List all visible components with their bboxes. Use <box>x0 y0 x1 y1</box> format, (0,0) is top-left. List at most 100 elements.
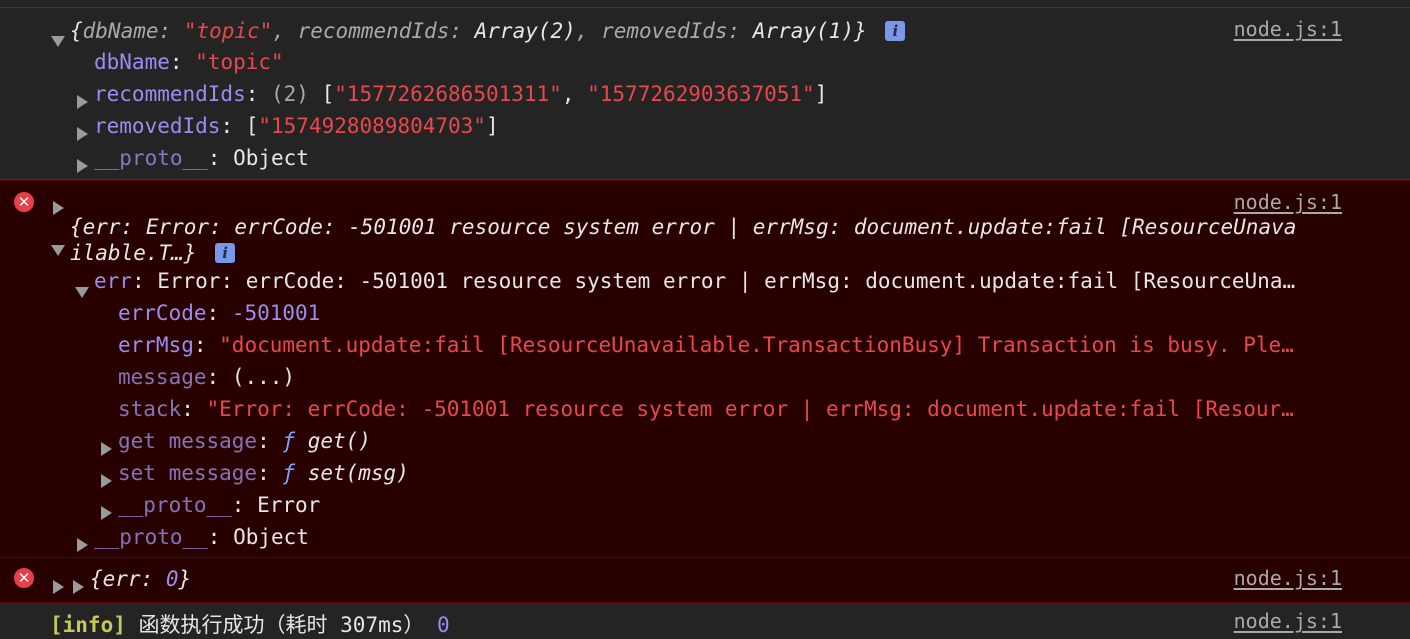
log-value: 0 <box>437 613 450 637</box>
array-count: (2) <box>271 82 309 106</box>
function-icon: ƒ <box>282 429 296 453</box>
collapse-toggle[interactable] <box>51 237 65 261</box>
property-row[interactable]: err: Error: errCode: -501001 resource sy… <box>94 269 1356 293</box>
console-message-error[interactable]: ✕ {err: 0} node.js:1 <box>0 558 1410 603</box>
expand-toggle[interactable] <box>101 436 112 460</box>
summary-text: } <box>178 567 192 591</box>
expand-toggle[interactable] <box>77 532 88 556</box>
property-row[interactable]: set message: ƒ set(msg) <box>118 461 409 485</box>
property-row[interactable]: message: (...) <box>118 365 295 389</box>
info-message: [info] 函数执行成功（耗时 307ms） 0 <box>50 609 450 639</box>
property-key: __proto__ <box>94 525 208 549</box>
source-link[interactable]: node.js:1 <box>1234 609 1342 633</box>
property-value: "topic" <box>195 50 284 74</box>
summary-key: removedIds <box>601 19 728 43</box>
property-row[interactable]: get message: ƒ get() <box>118 429 371 453</box>
devtools-console: node.js:1 {dbName: "topic", recommendIds… <box>0 0 1410 637</box>
property-value: set(msg) <box>307 461 409 485</box>
property-value: Error <box>257 493 321 517</box>
console-message-error[interactable]: ✕ node.js:1 {err: Error: errCode: -50100… <box>0 180 1410 558</box>
error-x-icon: ✕ <box>14 568 34 588</box>
property-value: Error: errCode: -501001 resource system … <box>157 269 1296 293</box>
log-level-label: [info] <box>50 613 126 637</box>
property-row: stack: "Error: errCode: -501001 resource… <box>118 397 1294 421</box>
triangle-collapse-icon <box>75 286 89 298</box>
summary-text: {err: <box>90 567 166 591</box>
triangle-expand-icon <box>53 201 64 215</box>
expand-toggle[interactable] <box>53 574 64 598</box>
summary-key: recommendIds <box>297 19 450 43</box>
source-link[interactable]: node.js:1 <box>1234 190 1342 214</box>
expand-toggle[interactable] <box>101 500 112 524</box>
expand-toggle[interactable] <box>77 89 88 113</box>
collapse-toggle[interactable] <box>75 279 89 303</box>
expand-toggle[interactable] <box>101 468 112 492</box>
property-row[interactable]: __proto__: Object <box>94 525 309 549</box>
property-key: set message <box>118 461 258 485</box>
expand-toggle[interactable] <box>73 574 84 598</box>
expand-toggle[interactable] <box>77 153 88 177</box>
property-value: Object <box>233 525 309 549</box>
expand-toggle[interactable] <box>77 121 88 145</box>
triangle-expand-icon <box>77 127 88 141</box>
property-key: recommendIds <box>94 82 246 106</box>
property-value: "Error: errCode: -501001 resource system… <box>206 397 1294 421</box>
info-icon[interactable]: i <box>885 21 906 41</box>
expand-toggle[interactable] <box>53 195 64 219</box>
property-key: dbName <box>94 50 170 74</box>
property-row: dbName: "topic" <box>94 50 284 74</box>
summary-value: Array(2) <box>474 19 576 43</box>
property-key: removedIds <box>94 114 221 138</box>
property-value: get() <box>307 429 371 453</box>
property-key: errCode <box>118 301 207 325</box>
property-value: "document.update:fail [ResourceUnavailab… <box>219 333 1294 357</box>
brace: { <box>70 19 83 43</box>
array-item: "1574928089804703" <box>258 114 486 138</box>
property-value: -501001 <box>231 301 321 325</box>
property-row[interactable]: __proto__: Error <box>118 493 320 517</box>
object-summary-continued: ilable.T…} <box>70 241 197 265</box>
summary-value: "topic" <box>183 19 273 43</box>
source-link[interactable]: node.js:1 <box>1234 17 1342 41</box>
console-message-info[interactable]: [info] 函数执行成功（耗时 307ms） 0 node.js:1 <box>0 603 1410 637</box>
triangle-expand-icon <box>77 538 88 552</box>
triangle-expand-icon <box>101 506 112 520</box>
triangle-expand-icon <box>77 159 88 173</box>
previous-message-edge <box>0 0 1410 8</box>
getter-placeholder[interactable]: (...) <box>232 365 295 389</box>
triangle-expand-icon <box>53 580 64 594</box>
object-summary[interactable]: {dbName: "topic", recommendIds: Array(2)… <box>70 19 906 43</box>
triangle-expand-icon <box>77 95 88 109</box>
object-summary[interactable]: {err: 0} <box>90 567 191 591</box>
property-key: err <box>94 269 132 293</box>
function-icon: ƒ <box>282 461 296 485</box>
property-row: errMsg: "document.update:fail [ResourceU… <box>118 333 1294 357</box>
info-icon[interactable]: i <box>215 243 236 263</box>
source-link[interactable]: node.js:1 <box>1234 566 1342 590</box>
property-key: stack <box>118 397 182 421</box>
array-item: "1577262686501311" <box>334 82 562 106</box>
object-summary[interactable]: {err: Error: errCode: -501001 resource s… <box>70 215 1296 239</box>
triangle-collapse-icon <box>51 35 65 47</box>
property-key: get message <box>118 429 258 453</box>
triangle-collapse-icon <box>51 244 65 256</box>
console-message-log[interactable]: node.js:1 {dbName: "topic", recommendIds… <box>0 9 1410 180</box>
summary-value: 0 <box>165 567 179 591</box>
property-row[interactable]: __proto__: Object <box>94 146 309 170</box>
property-key: errMsg <box>118 333 194 357</box>
summary-value: Array(1) <box>752 19 854 43</box>
brace: } <box>853 19 867 43</box>
property-key: __proto__ <box>94 146 208 170</box>
triangle-expand-icon <box>101 474 112 488</box>
property-row[interactable]: recommendIds: (2) ["1577262686501311", "… <box>94 82 827 106</box>
property-key: __proto__ <box>118 493 232 517</box>
triangle-expand-icon <box>73 580 84 594</box>
property-row[interactable]: removedIds: ["1574928089804703"] <box>94 114 499 138</box>
property-key: message <box>118 365 207 389</box>
array-item: "1577262903637051" <box>587 82 815 106</box>
triangle-expand-icon <box>101 442 112 456</box>
collapse-toggle[interactable] <box>51 28 65 52</box>
object-summary-wrap: ilable.T…} i <box>70 241 236 265</box>
summary-key: dbName <box>82 19 159 43</box>
property-row: errCode: -501001 <box>118 301 321 325</box>
